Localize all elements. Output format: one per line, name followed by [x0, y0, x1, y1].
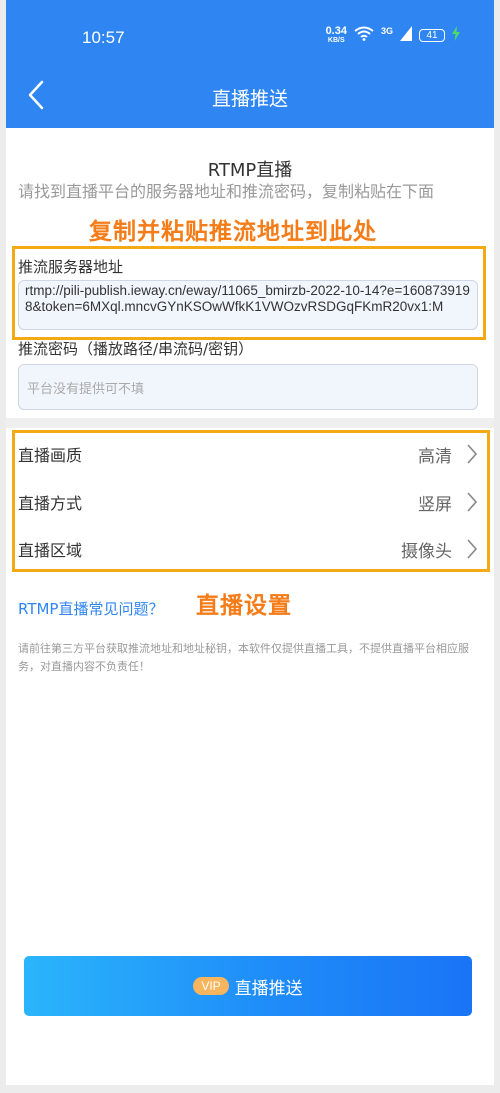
chevron-right-icon: [466, 538, 478, 560]
status-time: 10:57: [82, 28, 125, 47]
chevron-right-icon: [466, 491, 478, 513]
setting-row-orientation[interactable]: 直播方式 竖屏: [18, 482, 478, 522]
setting-label: 直播画质: [18, 446, 83, 465]
charging-icon: [452, 26, 460, 45]
section-divider: [6, 418, 494, 428]
vip-badge: VIP: [193, 977, 229, 995]
stream-key-placeholder: 平台没有提供可不填: [27, 381, 145, 397]
status-icons: 0.34 KB/S 3G 41: [325, 24, 460, 45]
top-bar: 10:57 0.34 KB/S 3G 41 直播推送: [6, 0, 494, 128]
setting-label: 直播区域: [18, 541, 83, 560]
push-button-label: 直播推送: [234, 978, 303, 999]
start-push-button[interactable]: VIP 直播推送: [24, 956, 472, 1016]
setting-value: 竖屏: [418, 494, 452, 515]
wifi-icon: [354, 26, 374, 45]
stream-key-input[interactable]: 平台没有提供可不填: [18, 364, 478, 410]
server-address-label: 推流服务器地址: [18, 258, 124, 276]
disclaimer-text: 请前往第三方平台获取推流地址和地址秘钥，本软件仅提供直播工具，不提供直播平台相应…: [18, 642, 469, 673]
app-screen: 10:57 0.34 KB/S 3G 41 直播推送 RTMP直播 请找到直播平…: [6, 0, 494, 1085]
signal-icon: [400, 26, 412, 45]
chevron-right-icon: [466, 443, 478, 465]
page-title: 直播推送: [211, 88, 288, 110]
paste-annotation: 复制并粘贴推流地址到此处: [89, 219, 377, 245]
setting-value: 高清: [418, 446, 452, 467]
setting-row-source[interactable]: 直播区域 摄像头: [18, 529, 478, 569]
setting-value: 摄像头: [401, 541, 452, 562]
network-speed-unit: KB/S: [327, 36, 345, 44]
faq-link[interactable]: RTMP直播常见问题？: [18, 598, 163, 619]
network-speed: 0.34 KB/S: [325, 24, 347, 45]
server-address-input[interactable]: rtmp://pili-publish.ieway.cn/eway/11065_…: [18, 280, 478, 330]
setting-label: 直播方式: [18, 494, 83, 513]
setting-row-quality[interactable]: 直播画质 高清: [18, 434, 478, 474]
stream-key-label: 推流密码（播放路径/串流码/密钥）: [18, 340, 254, 358]
network-speed-value: 0.34: [325, 24, 347, 37]
network-type: 3G: [380, 25, 393, 36]
instruction-text: 请找到直播平台的服务器地址和推流密码，复制粘贴在下面: [18, 182, 435, 201]
battery-icon: 41: [419, 29, 445, 42]
settings-annotation: 直播设置: [196, 593, 292, 619]
